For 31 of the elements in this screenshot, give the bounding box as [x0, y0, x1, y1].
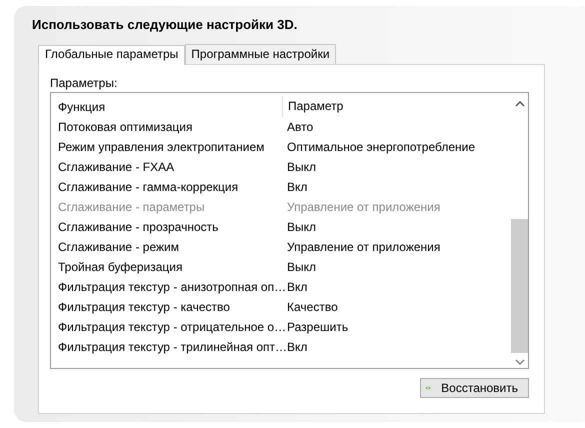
function-cell[interactable]: Фильтрация текстур - качество [51, 300, 282, 314]
tab[interactable]: Программные настройки [185, 44, 336, 64]
value-cell[interactable]: Вкл [282, 340, 308, 354]
scroll-up-icon[interactable] [514, 101, 524, 107]
value-cell[interactable]: Разрешить [282, 320, 348, 334]
function-cell[interactable]: Потоковая оптимизация [51, 120, 282, 134]
column-header[interactable]: Параметр [282, 96, 344, 117]
value-cell[interactable]: Выкл [282, 260, 316, 274]
function-cell[interactable]: Фильтрация текстур - отрицательное о… [51, 320, 282, 334]
scroll-down-icon[interactable] [514, 359, 524, 365]
function-cell[interactable]: Сглаживание - гамма-коррекция [51, 180, 282, 194]
value-cell[interactable]: Управление от приложения [282, 240, 440, 254]
value-cell[interactable]: Оптимальное энергопотребление [282, 140, 476, 154]
function-cell[interactable]: Сглаживание - прозрачность [51, 220, 282, 234]
scroll-thumb[interactable] [511, 219, 528, 353]
value-cell[interactable]: Авто [282, 120, 314, 134]
section-heading: Использовать следующие настройки 3D. [32, 17, 298, 32]
function-cell[interactable]: Сглаживание - режим [51, 240, 282, 254]
params-label: Параметры: [50, 76, 118, 92]
column-header[interactable]: Функция [51, 100, 282, 114]
value-cell[interactable]: Выкл [282, 160, 316, 174]
function-cell[interactable]: Сглаживание - FXAA [51, 160, 282, 174]
function-cell[interactable]: Фильтрация текстур - анизотропная оп… [51, 280, 282, 294]
value-cell[interactable]: Качество [282, 300, 338, 314]
value-cell[interactable]: Вкл [282, 280, 308, 294]
function-cell[interactable]: Режим управления электропитанием [51, 140, 282, 154]
tab[interactable]: Глобальные параметры [38, 45, 186, 65]
value-cell[interactable]: Вкл [282, 180, 308, 194]
restore-button[interactable]: Восстановить [420, 378, 529, 398]
function-cell[interactable]: Тройная буферизация [51, 260, 282, 274]
value-cell[interactable]: Выкл [282, 220, 316, 234]
